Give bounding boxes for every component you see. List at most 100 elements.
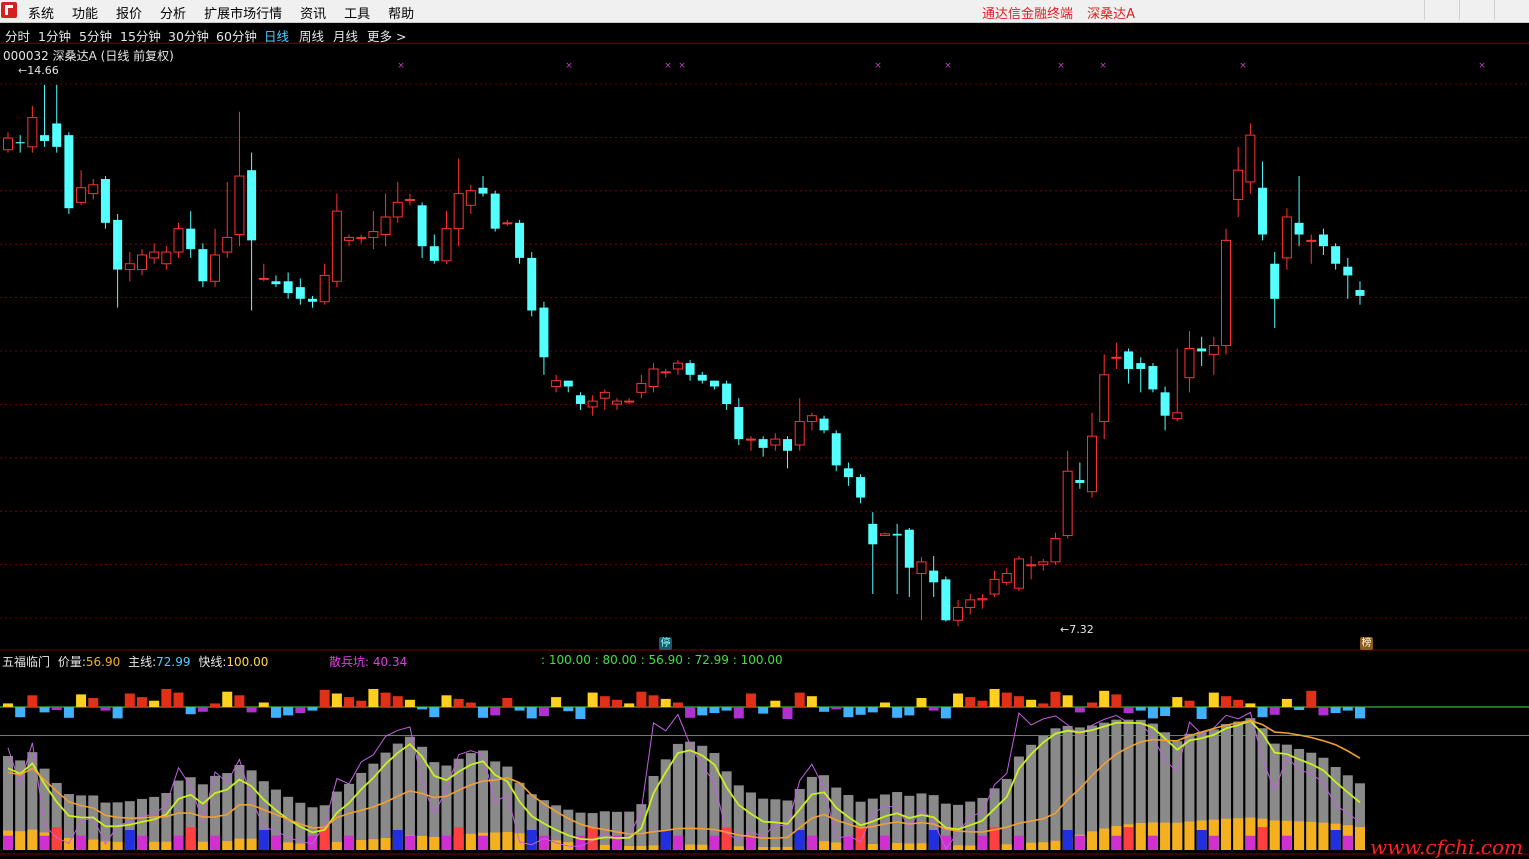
- rank-marker[interactable]: 榜: [1360, 637, 1373, 650]
- candle-body-up: [161, 251, 172, 265]
- top-up-bar: [551, 697, 562, 707]
- position-bar: [15, 831, 26, 850]
- candle-body-up: [1281, 216, 1292, 259]
- position-bar: [624, 846, 635, 850]
- top-down-bar: [1074, 707, 1085, 713]
- scatter-pit-bar: [173, 835, 184, 850]
- candle-body-down: [113, 219, 123, 270]
- top-up-bar: [76, 694, 87, 707]
- candle-body-up: [612, 400, 622, 405]
- top-down-bar: [1135, 707, 1146, 711]
- top-up-bar: [27, 695, 38, 707]
- position-bar: [331, 841, 342, 850]
- top-up-bar: [1001, 692, 1012, 707]
- candle-body-up: [149, 251, 160, 259]
- top-down-bar: [270, 707, 281, 718]
- top-down-bar: [1318, 707, 1329, 716]
- scatter-pit-bar: [210, 835, 221, 850]
- top-up-bar: [88, 698, 99, 707]
- candle-body-up: [1038, 561, 1049, 566]
- scatter-pit-bar: [76, 835, 87, 850]
- top-up-bar: [1099, 690, 1110, 707]
- top-down-bar: [63, 707, 74, 718]
- candle-body-down: [283, 281, 293, 293]
- volume-bar: [404, 736, 415, 850]
- signal-bar-blue: [1330, 829, 1341, 850]
- top-up-bar: [745, 693, 756, 707]
- candle-body-up: [1062, 470, 1073, 537]
- candle-body-up: [124, 263, 135, 271]
- candle-body-down: [843, 468, 853, 478]
- position-bar: [161, 841, 172, 850]
- candle-body-up: [404, 198, 415, 201]
- candle-body-down: [563, 380, 573, 387]
- position-bar: [197, 841, 208, 850]
- scatter-pit-bar: [1245, 835, 1256, 850]
- top-up-bar: [1306, 690, 1317, 707]
- top-down-bar: [904, 707, 915, 716]
- limit-marker[interactable]: 停: [659, 637, 672, 650]
- signal-bar-blue: [794, 829, 805, 850]
- candle-body-down: [734, 406, 744, 440]
- candle-body-up: [331, 210, 342, 282]
- top-down-bar: [855, 707, 866, 715]
- event-mark: ×: [874, 61, 882, 71]
- top-down-bar: [1123, 707, 1134, 713]
- candle-body-up: [1099, 374, 1110, 423]
- scatter-pit-bar: [136, 835, 147, 850]
- volume-bar: [867, 798, 878, 850]
- top-down-bar: [197, 707, 208, 712]
- scatter-pit-bar: [3, 835, 13, 850]
- position-bar: [1160, 822, 1171, 850]
- scatter-pit-bar: [879, 835, 890, 850]
- top-up-bar: [173, 692, 184, 707]
- candle-body-down: [295, 287, 305, 299]
- volume-bar: [685, 741, 696, 850]
- candle-body-down: [527, 257, 537, 311]
- candle-body-down: [868, 523, 878, 545]
- candle-body-up: [1001, 573, 1012, 583]
- candle-body-down: [1318, 234, 1328, 247]
- position-bar: [1269, 820, 1280, 850]
- top-up-bar: [624, 703, 635, 707]
- candle-body-up: [916, 561, 927, 575]
- candle-body-up: [599, 391, 610, 399]
- candle-body-up: [222, 236, 233, 253]
- event-mark: ×: [678, 61, 686, 71]
- signal-bar: [185, 827, 196, 850]
- candle-body-down: [831, 433, 841, 466]
- indicator-legend: 五福临门 价量:56.90 主线:72.99 快线:100.00: [2, 653, 268, 670]
- indicator-name: 五福临门: [2, 655, 51, 669]
- position-bar: [599, 844, 610, 850]
- top-down-bar: [831, 707, 842, 710]
- candle-body-up: [977, 598, 988, 601]
- position-bar: [1135, 822, 1146, 850]
- candle-body-up: [1050, 537, 1061, 563]
- candle-body-down: [1258, 187, 1268, 235]
- candle-body-up: [453, 193, 464, 230]
- event-mark: ×: [1099, 61, 1107, 71]
- candles: [3, 84, 1365, 627]
- top-down-bar: [563, 707, 574, 712]
- signal-bar: [1123, 827, 1134, 850]
- top-up-bar: [648, 695, 659, 707]
- top-down-bar: [478, 707, 489, 718]
- top-down-bar: [490, 707, 501, 716]
- price-volume-value: 56.90: [85, 655, 121, 669]
- candlestick-chart[interactable]: × × × × × × × × × ×: [0, 0, 1529, 857]
- scatter-pit-legend: 散兵坑: 40.34: [329, 653, 407, 670]
- signal-bar-blue: [124, 829, 135, 850]
- candle-body-up: [989, 578, 1000, 595]
- position-bar: [965, 845, 976, 850]
- top-down-bar: [246, 707, 257, 713]
- top-down-bar: [1257, 707, 1268, 718]
- position-bar: [1184, 821, 1195, 850]
- position-bar: [819, 841, 830, 850]
- fast-line-value: 100.00: [226, 655, 269, 669]
- candle-body-up: [173, 228, 184, 253]
- position-bar: [295, 843, 306, 850]
- volume-bar: [709, 753, 720, 850]
- position-bar: [417, 835, 428, 850]
- scatter-pit-label: 散兵坑:: [329, 655, 370, 669]
- scatter-pit-bar: [478, 835, 489, 850]
